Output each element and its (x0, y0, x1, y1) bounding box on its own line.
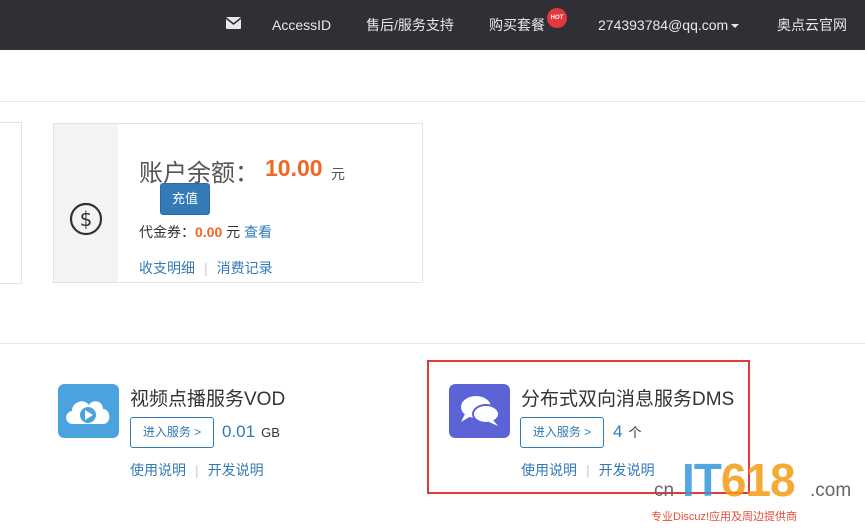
nav-account-dropdown[interactable]: 274393784@qq.com (598, 0, 740, 50)
voucher-view-link[interactable]: 查看 (244, 224, 272, 240)
top-navbar: AccessID 售后/服务支持 购买套餐 HOT 274393784@qq.c… (0, 0, 865, 50)
partial-card (0, 122, 22, 284)
service-links-vod: 使用说明 | 开发说明 (130, 460, 264, 480)
voucher-row: 代金券：0.00 元 查看 (139, 222, 272, 242)
recharge-button[interactable]: 充值 (160, 183, 210, 215)
balance-links: 收支明细 | 消费记录 (139, 258, 273, 278)
watermark-com: .com (810, 480, 852, 501)
divider (0, 343, 865, 344)
account-email: 274393784@qq.com (598, 17, 729, 33)
balance-icon-column: $ (54, 124, 118, 282)
caret-down-icon (731, 24, 740, 29)
hot-badge: HOT (547, 8, 567, 28)
nav-buy-plan[interactable]: 购买套餐 (489, 0, 545, 50)
service-unit: GB (261, 425, 280, 440)
watermark-it-text: IT (682, 454, 722, 506)
voucher-unit: 元 (226, 224, 241, 240)
usage-guide-link[interactable]: 使用说明 (130, 462, 186, 478)
watermark-it: IT618 (682, 453, 796, 507)
nav-access-id[interactable]: AccessID (272, 0, 331, 50)
consume-record-link[interactable]: 消费记录 (217, 260, 273, 276)
separator: | (204, 260, 208, 276)
balance-amount: 10.00 (265, 155, 323, 181)
enter-service-button-vod[interactable]: 进入服务 > (130, 417, 214, 448)
nav-support[interactable]: 售后/服务支持 (366, 0, 454, 50)
separator: | (195, 462, 199, 478)
service-value: 0.01 (222, 422, 256, 441)
watermark-cn: cn (654, 480, 675, 501)
dollar-circle-icon: $ (69, 202, 103, 236)
voucher-label: 代金券： (139, 224, 195, 240)
balance-unit: 元 (331, 166, 345, 182)
income-detail-link[interactable]: 收支明细 (139, 260, 195, 276)
watermark-618: 618 (720, 454, 796, 506)
voucher-amount: 0.00 (195, 224, 223, 240)
dev-guide-link[interactable]: 开发说明 (208, 462, 264, 478)
watermark-subtitle: 专业Discuz!应用及周边提供商 (651, 511, 798, 523)
cloud-play-icon[interactable] (58, 384, 119, 438)
service-title-vod[interactable]: 视频点播服务VOD (130, 384, 285, 411)
svg-text:$: $ (80, 207, 93, 231)
nav-official-site[interactable]: 奥点云官网 (777, 0, 847, 50)
service-usage-vod: 0.01 GB (222, 422, 280, 442)
divider (0, 101, 865, 102)
balance-card: $ 账户余额： 10.00 元 充值 代金券：0.00 元 查看 收支明细 | 消费… (53, 123, 423, 283)
envelope-icon[interactable] (226, 17, 241, 29)
